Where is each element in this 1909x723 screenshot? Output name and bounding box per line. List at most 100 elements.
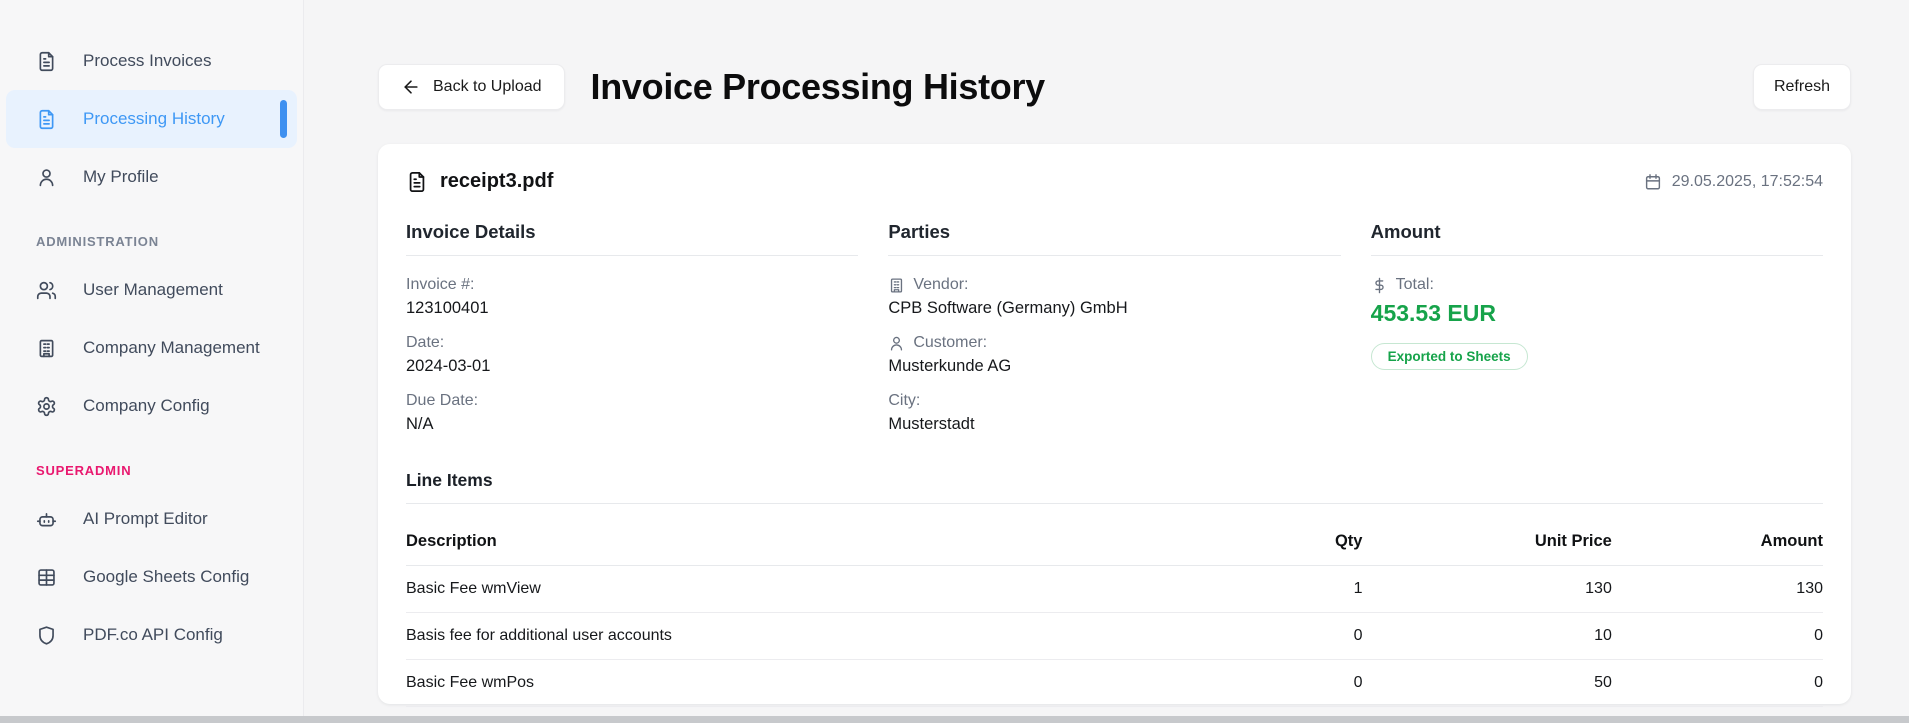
invoice-details-title: Invoice Details — [406, 221, 858, 256]
table-body: Basic Fee wmView1130130Basis fee for add… — [406, 566, 1823, 707]
file-title: receipt3.pdf — [406, 170, 553, 193]
column-header-description: Description — [406, 520, 1115, 566]
table-row: Basic Fee wmView1130130 — [406, 566, 1823, 613]
column-header-unit-price: Unit Price — [1362, 520, 1611, 566]
sidebar-item-company-management[interactable]: Company Management — [0, 319, 303, 377]
field-date: Date: 2024-03-01 — [406, 334, 858, 376]
refresh-button-label: Refresh — [1774, 78, 1830, 96]
sidebar-item-label: My Profile — [83, 167, 159, 187]
table-row: Basic Fee wmPos0500 — [406, 660, 1823, 707]
sidebar-item-label: Process Invoices — [83, 51, 212, 71]
field-value: CPB Software (Germany) GmbH — [888, 299, 1340, 318]
table-icon — [36, 567, 57, 588]
column-header-amount: Amount — [1612, 520, 1823, 566]
field-label: Invoice #: — [406, 276, 858, 294]
cell-description: Basic Fee wmView — [406, 566, 1115, 613]
cell-unit-price: 130 — [1362, 566, 1611, 613]
parties-fields: Vendor: CPB Software (Germany) GmbH Custom… — [888, 276, 1340, 434]
arrow-left-icon — [401, 77, 421, 97]
sidebar-item-label: Company Config — [83, 396, 210, 416]
total-value: 453.53 EUR — [1371, 300, 1823, 327]
users-icon — [36, 280, 57, 301]
filename: receipt3.pdf — [440, 170, 553, 193]
gear-icon — [36, 396, 57, 417]
amount-title: Amount — [1371, 221, 1823, 256]
total-label-text: Total: — [1396, 276, 1434, 294]
dollar-icon — [1371, 277, 1388, 294]
invoice-details-fields: Invoice #: 123100401 Date: 2024-03-01 Due Da… — [406, 276, 858, 434]
field-city: City: Musterstadt — [888, 392, 1340, 434]
table-row: Basis fee for additional user accounts01… — [406, 613, 1823, 660]
sidebar-item-label: User Management — [83, 280, 223, 300]
back-button-label: Back to Upload — [433, 78, 542, 96]
field-value: Musterstadt — [888, 415, 1340, 434]
shield-icon — [36, 625, 57, 646]
sidebar-item-my-profile[interactable]: My Profile — [0, 148, 303, 206]
field-label: Customer: — [888, 334, 1340, 352]
main-content: Back to Upload Invoice Processing Histor… — [304, 0, 1909, 723]
cell-amount: 0 — [1612, 660, 1823, 707]
building-icon — [888, 277, 905, 294]
sidebar-item-process-invoices[interactable]: Process Invoices — [0, 32, 303, 90]
back-to-upload-button[interactable]: Back to Upload — [378, 64, 565, 110]
sidebar-item-label: PDF.co API Config — [83, 625, 223, 645]
amount-section: Amount Total: 453.53 EUR Exported to She… — [1371, 221, 1823, 434]
user-icon — [36, 167, 57, 188]
field-value: 2024-03-01 — [406, 357, 858, 376]
horizontal-scrollbar[interactable] — [0, 716, 1909, 723]
column-header-qty: Qty — [1115, 520, 1363, 566]
parties-title: Parties — [888, 221, 1340, 256]
exported-to-sheets-badge: Exported to Sheets — [1371, 343, 1528, 370]
file-text-icon — [36, 51, 57, 72]
refresh-button[interactable]: Refresh — [1753, 64, 1851, 110]
field-label: Due Date: — [406, 392, 858, 410]
file-text-icon — [36, 109, 57, 130]
cell-qty: 0 — [1115, 613, 1363, 660]
building-icon — [36, 338, 57, 359]
sidebar-item-label: Processing History — [83, 109, 225, 129]
processed-timestamp: 29.05.2025, 17:52:54 — [1644, 173, 1823, 191]
page-header: Back to Upload Invoice Processing Histor… — [378, 64, 1851, 110]
invoice-details-section: Invoice Details Invoice #: 123100401 Date:… — [406, 221, 858, 434]
page-title: Invoice Processing History — [591, 66, 1045, 108]
invoice-card: receipt3.pdf 29.05.2025, 17:52:54 Invoic… — [378, 144, 1851, 704]
active-item-indicator — [280, 100, 287, 138]
file-row: receipt3.pdf 29.05.2025, 17:52:54 — [406, 170, 1823, 193]
sidebar-item-ai-prompt-editor[interactable]: AI Prompt Editor — [0, 490, 303, 548]
sidebar-item-company-config[interactable]: Company Config — [0, 377, 303, 435]
field-value: N/A — [406, 415, 858, 434]
user-icon — [888, 335, 905, 352]
sidebar-item-label: Google Sheets Config — [83, 567, 249, 587]
field-vendor: Vendor: CPB Software (Germany) GmbH — [888, 276, 1340, 318]
sidebar-item-pdf-co-api-config[interactable]: PDF.co API Config — [0, 606, 303, 664]
cell-unit-price: 50 — [1362, 660, 1611, 707]
field-label: City: — [888, 392, 1340, 410]
section-label-administration: ADMINISTRATION — [0, 206, 303, 261]
field-label: Date: — [406, 334, 858, 352]
cell-unit-price: 10 — [1362, 613, 1611, 660]
parties-section: Parties Vendor: CPB Software (Germany) Gm… — [888, 221, 1340, 434]
sidebar-item-label: AI Prompt Editor — [83, 509, 208, 529]
sidebar-item-user-management[interactable]: User Management — [0, 261, 303, 319]
sidebar-nav: Process Invoices Processing History My Pro… — [0, 32, 303, 664]
field-customer: Customer: Musterkunde AG — [888, 334, 1340, 376]
line-items-title: Line Items — [406, 470, 1823, 504]
section-label-superadmin: SUPERADMIN — [0, 435, 303, 490]
timestamp-text: 29.05.2025, 17:52:54 — [1672, 173, 1823, 191]
sidebar-item-label: Company Management — [83, 338, 260, 358]
line-items-section: Line Items DescriptionQtyUnit PriceAmoun… — [406, 470, 1823, 707]
sidebar-item-google-sheets-config[interactable]: Google Sheets Config — [0, 548, 303, 606]
total-field: Total: 453.53 EUR Exported to Sheets — [1371, 276, 1823, 370]
bot-icon — [36, 509, 57, 530]
cell-amount: 130 — [1612, 566, 1823, 613]
table-header-row: DescriptionQtyUnit PriceAmount — [406, 520, 1823, 566]
field-value: Musterkunde AG — [888, 357, 1340, 376]
field-label: Vendor: — [888, 276, 1340, 294]
cell-amount: 0 — [1612, 613, 1823, 660]
field-value: 123100401 — [406, 299, 858, 318]
total-label: Total: — [1371, 276, 1823, 294]
info-grid: Invoice Details Invoice #: 123100401 Date:… — [406, 221, 1823, 434]
document-icon — [406, 171, 428, 193]
field-due-date: Due Date: N/A — [406, 392, 858, 434]
sidebar-item-processing-history[interactable]: Processing History — [6, 90, 297, 148]
